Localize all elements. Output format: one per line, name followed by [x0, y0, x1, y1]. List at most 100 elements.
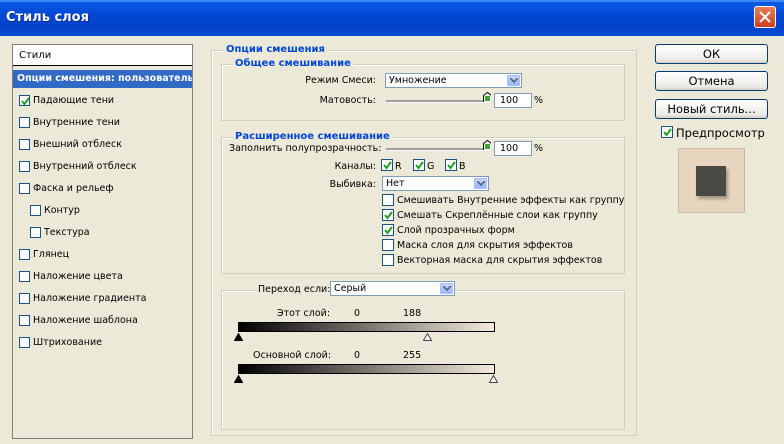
new-style-button[interactable]: Новый стиль...: [655, 99, 768, 119]
preview-checkbox[interactable]: [661, 126, 673, 138]
style-item[interactable]: Штрихование: [13, 334, 192, 352]
style-item[interactable]: Текстура: [13, 224, 192, 242]
underlying-layer-low: 0: [354, 350, 361, 361]
channel-r-checkbox[interactable]: [381, 159, 393, 171]
style-preview: [678, 148, 745, 213]
checkmark-icon: [384, 226, 393, 235]
channel-b-checkbox[interactable]: [445, 159, 457, 171]
style-item-label: Наложение цвета: [33, 271, 123, 282]
style-item[interactable]: Глянец: [13, 246, 192, 264]
knockout-select[interactable]: Нет: [382, 176, 489, 191]
fill-opacity-label: Заполнить полупрозрачность:: [229, 143, 382, 154]
underlying-layer-low-thumb[interactable]: [234, 375, 243, 383]
close-button[interactable]: [754, 6, 776, 28]
checkmark-icon: [21, 97, 30, 106]
fill-slider-track[interactable]: [386, 148, 490, 151]
dialog-body: Стили Опции смешения: пользовательс Падаю…: [0, 36, 784, 444]
style-checkbox[interactable]: [19, 271, 30, 282]
advanced-option-checkbox[interactable]: [382, 194, 394, 206]
opacity-value: 100: [500, 95, 519, 106]
style-checkbox[interactable]: [19, 117, 30, 128]
underlying-layer-label: Основной слой:: [253, 350, 332, 361]
this-layer-gradient: [238, 322, 495, 332]
opacity-label: Матовость:: [319, 95, 376, 106]
blend-if-select[interactable]: Серый: [330, 281, 455, 296]
style-item-label: Внешний отблеск: [33, 139, 122, 150]
opacity-slider-track[interactable]: [386, 100, 490, 103]
fill-percent: %: [534, 143, 544, 154]
checkmark-icon: [663, 128, 672, 137]
channels-label: Каналы:: [334, 161, 376, 172]
styles-header[interactable]: Стили: [13, 45, 192, 66]
style-checkbox[interactable]: [19, 249, 30, 260]
fill-slider-thumb[interactable]: [483, 140, 491, 150]
cancel-button[interactable]: Отмена: [655, 71, 768, 91]
style-checkbox[interactable]: [19, 139, 30, 150]
style-item[interactable]: Падающие тени: [13, 92, 192, 110]
preview-square: [696, 166, 726, 196]
general-blending-title: Общее смешивание: [233, 58, 353, 69]
style-item[interactable]: Фаска и рельеф: [13, 180, 192, 198]
cancel-button-label: Отмена: [688, 74, 735, 88]
underlying-layer-high: 255: [403, 350, 422, 361]
underlying-layer-gradient: [238, 364, 495, 374]
blend-if-value: Серый: [334, 283, 367, 294]
style-item[interactable]: Внешний отблеск: [13, 136, 192, 154]
advanced-option-checkbox[interactable]: [382, 209, 394, 221]
style-checkbox[interactable]: [19, 337, 30, 348]
channel-g-checkbox[interactable]: [413, 159, 425, 171]
style-item-label: Штрихование: [33, 337, 102, 348]
channel-label: G: [427, 161, 435, 172]
this-layer-label: Этот слой:: [277, 308, 331, 319]
style-checkbox[interactable]: [19, 315, 30, 326]
ok-button-label: ОК: [702, 47, 721, 61]
style-checkbox[interactable]: [30, 227, 41, 238]
opacity-input[interactable]: 100: [494, 93, 532, 108]
ok-button[interactable]: ОК: [655, 44, 768, 64]
title-bar: Стиль слоя: [0, 0, 784, 36]
advanced-option-label: Смешивать Внутренние эффекты как группу: [397, 195, 625, 206]
style-item[interactable]: Внутренние тени: [13, 114, 192, 132]
style-item-label: Наложение шаблона: [33, 315, 138, 326]
style-item[interactable]: Внутренний отблеск: [13, 158, 192, 176]
fill-opacity-input[interactable]: 100: [494, 141, 532, 156]
style-checkbox[interactable]: [30, 205, 41, 216]
advanced-option-label: Смешать Скреплённые слои как группу: [397, 210, 598, 221]
blending-options-title: Опции смешения: [224, 44, 327, 55]
advanced-option-label: Слой прозрачных форм: [397, 225, 515, 236]
style-item-label: Контур: [44, 205, 80, 216]
this-layer-high-thumb[interactable]: [423, 333, 432, 341]
close-icon: [759, 11, 771, 23]
checkmark-icon: [383, 161, 392, 170]
opacity-slider-thumb[interactable]: [483, 92, 491, 102]
this-layer-low-thumb[interactable]: [234, 333, 243, 341]
styles-list: Стили Опции смешения: пользовательс Падаю…: [12, 44, 193, 439]
style-item[interactable]: Наложение градиента: [13, 290, 192, 308]
style-item-label: Наложение градиента: [33, 293, 147, 304]
advanced-option-label: Векторная маска для скрытия эффектов: [397, 255, 603, 266]
chevron-down-icon: [440, 283, 453, 294]
checkmark-icon: [384, 211, 393, 220]
opacity-percent: %: [534, 95, 544, 106]
style-item-label: Внутренний отблеск: [33, 161, 137, 172]
style-item[interactable]: Контур: [13, 202, 192, 220]
advanced-blending-title: Расширенное смешивание: [233, 131, 392, 142]
style-item[interactable]: Наложение цвета: [13, 268, 192, 286]
new-style-button-label: Новый стиль...: [667, 102, 756, 116]
style-checkbox[interactable]: [19, 161, 30, 172]
advanced-option-checkbox[interactable]: [382, 254, 394, 266]
style-item-label: Внутренние тени: [33, 117, 120, 128]
style-checkbox[interactable]: [19, 183, 30, 194]
style-item[interactable]: Наложение шаблона: [13, 312, 192, 330]
style-checkbox[interactable]: [19, 95, 30, 106]
advanced-option-checkbox[interactable]: [382, 224, 394, 236]
style-item[interactable]: Опции смешения: пользовательс: [13, 70, 192, 88]
style-checkbox[interactable]: [19, 293, 30, 304]
fill-opacity-value: 100: [500, 143, 519, 154]
styles-header-label: Стили: [19, 50, 52, 61]
blend-mode-select[interactable]: Умножение: [385, 73, 522, 88]
checkmark-icon: [447, 161, 456, 170]
advanced-option-checkbox[interactable]: [382, 239, 394, 251]
underlying-layer-high-thumb[interactable]: [489, 375, 498, 383]
advanced-option-label: Маска слоя для скрытия эффектов: [397, 240, 573, 251]
